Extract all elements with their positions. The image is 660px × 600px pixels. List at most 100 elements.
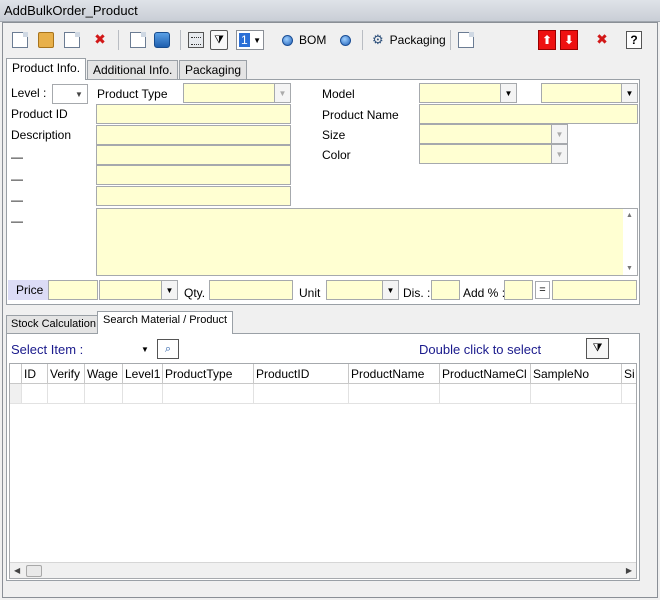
- price-field[interactable]: [48, 280, 98, 300]
- open-button[interactable]: [38, 28, 54, 52]
- scroll-up-icon: ▲: [626, 212, 633, 219]
- description-field[interactable]: [96, 125, 291, 145]
- new-doc-button[interactable]: [12, 28, 28, 52]
- gear-icon: ⚙: [372, 32, 384, 47]
- help-button[interactable]: ?: [626, 28, 642, 52]
- notes-label: —: [11, 214, 23, 228]
- size-label: Size: [322, 128, 346, 142]
- chevron-down-icon: ▼: [253, 36, 261, 45]
- copy-icon: [458, 32, 474, 48]
- notes-textarea[interactable]: ▲ ▼: [96, 208, 638, 276]
- column-header-si[interactable]: Si: [622, 364, 636, 384]
- globe-button[interactable]: [340, 28, 351, 52]
- filter-icon: ⧩: [210, 30, 228, 50]
- model-combo[interactable]: ▼: [419, 83, 517, 103]
- desc-line-1-field[interactable]: [96, 145, 291, 165]
- packaging-label: Packaging: [389, 33, 446, 47]
- desc-line-2-field[interactable]: [96, 165, 291, 185]
- chevron-down-icon: ▼: [161, 281, 177, 299]
- size-combo[interactable]: ▼: [419, 124, 568, 144]
- page-spin[interactable]: 1 ▼: [236, 28, 264, 52]
- magnifier-icon: ⌕: [164, 342, 172, 355]
- chevron-down-icon: ▼: [274, 84, 290, 102]
- database-button[interactable]: [154, 28, 170, 52]
- grid-horizontal-scrollbar[interactable]: ◀ ▶: [10, 562, 636, 578]
- tab-stock-calculation[interactable]: Stock Calculation: [6, 315, 101, 333]
- unit-combo[interactable]: ▼: [326, 280, 399, 300]
- description-label: Description: [11, 128, 72, 142]
- double-click-hint: Double click to select: [419, 342, 542, 357]
- chevron-down-icon: ▼: [71, 85, 87, 103]
- tab-packaging[interactable]: Packaging: [179, 60, 248, 80]
- delete-icon: ✖: [94, 31, 106, 47]
- discount-field[interactable]: [431, 280, 460, 300]
- column-header-product-id[interactable]: ProductID: [254, 364, 349, 384]
- column-header-id[interactable]: ID: [22, 364, 48, 384]
- report-icon: [130, 32, 146, 48]
- keyboard-icon: [188, 32, 204, 48]
- row-header-cell: [10, 364, 22, 384]
- page-spin-value: 1: [239, 33, 250, 47]
- notes-scrollbar[interactable]: ▲ ▼: [623, 209, 637, 275]
- table-row[interactable]: [10, 384, 636, 404]
- database-icon: [154, 32, 170, 48]
- tab-search-material[interactable]: Search Material / Product: [97, 311, 234, 334]
- results-grid[interactable]: ID Verify Wage Level1 ProductType Produc…: [9, 363, 637, 579]
- delete-button[interactable]: ✖: [92, 28, 108, 52]
- desc-line-3-field[interactable]: [96, 186, 291, 206]
- grid-header: ID Verify Wage Level1 ProductType Produc…: [10, 364, 636, 384]
- discount-label: Dis. :: [403, 286, 431, 300]
- column-header-level1[interactable]: Level1: [123, 364, 163, 384]
- select-item-label: Select Item :: [11, 342, 84, 357]
- price-currency-combo[interactable]: ▼: [99, 280, 178, 300]
- level-combo[interactable]: ▼: [52, 84, 88, 104]
- copy-button[interactable]: [458, 28, 474, 52]
- tab-additional-info[interactable]: Additional Info.: [87, 60, 179, 80]
- desc-line-2-label: —: [11, 172, 23, 186]
- chevron-down-icon: ▼: [551, 145, 567, 163]
- add-percent-field[interactable]: [504, 280, 533, 300]
- unit-label: Unit: [299, 286, 321, 300]
- toolbar-separator: [118, 30, 119, 50]
- product-name-field[interactable]: [419, 104, 638, 124]
- keyboard-button[interactable]: [188, 28, 204, 52]
- model-sub-combo[interactable]: ▼: [541, 83, 638, 103]
- toolbar-separator: [362, 30, 363, 50]
- product-type-combo[interactable]: ▼: [183, 83, 291, 103]
- close-form-button[interactable]: ✖: [594, 28, 610, 52]
- column-header-product-type[interactable]: ProductType: [163, 364, 254, 384]
- bom-label: BOM: [299, 33, 327, 47]
- desc-line-3-label: —: [11, 193, 23, 207]
- report-button[interactable]: [130, 28, 146, 52]
- scroll-thumb[interactable]: [26, 565, 42, 577]
- toolbar-separator: [450, 30, 451, 50]
- color-combo[interactable]: ▼: [419, 144, 568, 164]
- equals-button[interactable]: =: [535, 281, 550, 299]
- packaging-button[interactable]: ⚙ Packaging: [372, 28, 446, 52]
- move-up-button[interactable]: ⬆: [538, 28, 556, 52]
- open-folder-icon: [38, 32, 54, 48]
- product-id-field[interactable]: [96, 104, 291, 124]
- find-document-icon: [64, 32, 80, 48]
- filter-icon: ⧩: [592, 342, 603, 354]
- level-label: Level :: [11, 86, 47, 100]
- column-header-sample-no[interactable]: SampleNo: [531, 364, 622, 384]
- grid-filter-button[interactable]: ⧩: [586, 338, 609, 359]
- select-item-combo[interactable]: ▼: [121, 339, 153, 359]
- column-header-verify[interactable]: Verify: [48, 364, 85, 384]
- scroll-down-icon: ▼: [626, 265, 633, 272]
- tab-product-info[interactable]: Product Info.: [6, 58, 87, 80]
- move-down-button[interactable]: ⬇: [560, 28, 578, 52]
- qty-label: Qty.: [184, 286, 206, 300]
- arrow-up-icon: ⬆: [538, 30, 556, 50]
- column-header-product-name-cl[interactable]: ProductNameCl: [440, 364, 531, 384]
- qty-field[interactable]: [209, 280, 293, 300]
- find-button[interactable]: [64, 28, 80, 52]
- bom-button[interactable]: BOM: [282, 28, 326, 52]
- column-header-product-name[interactable]: ProductName: [349, 364, 440, 384]
- chevron-down-icon: ▼: [621, 84, 637, 102]
- column-header-wage[interactable]: Wage: [85, 364, 123, 384]
- total-field[interactable]: [552, 280, 637, 300]
- filter-toolbar-button[interactable]: ⧩: [210, 28, 228, 52]
- search-button[interactable]: ⌕: [157, 339, 179, 359]
